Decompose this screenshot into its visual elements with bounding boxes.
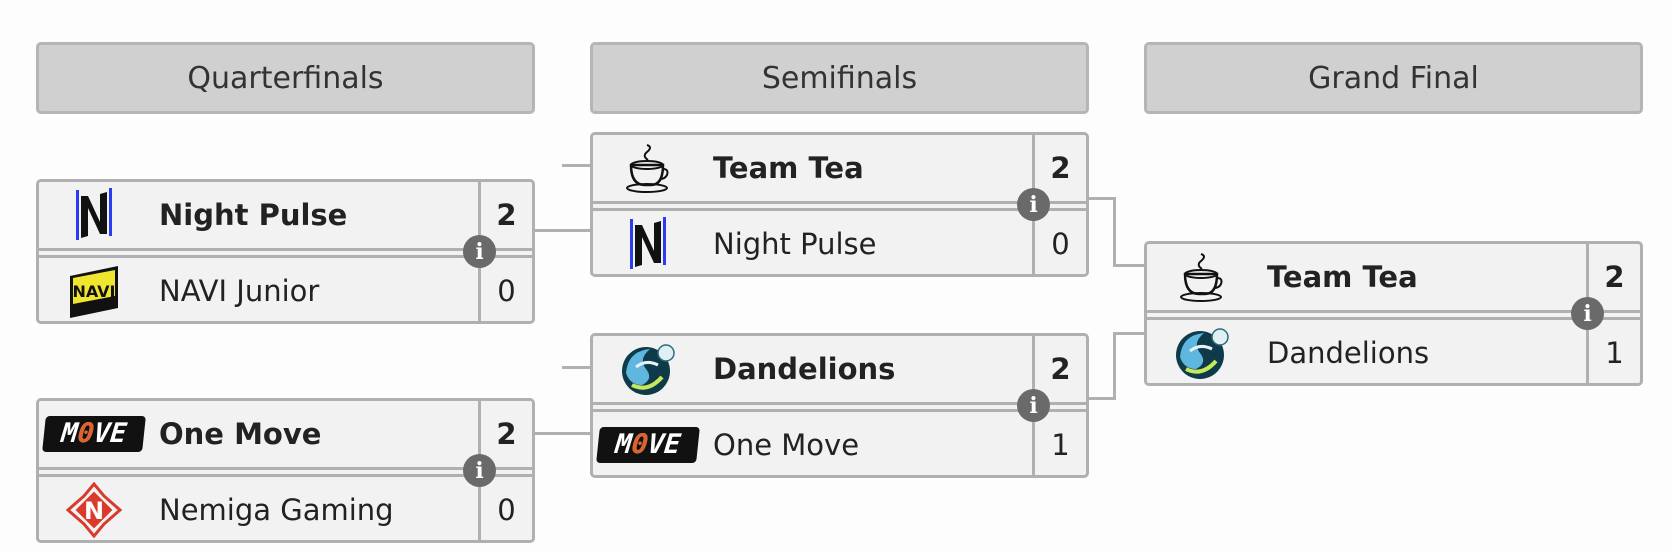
connector [1113,264,1144,267]
team-name: Team Tea [713,151,864,185]
info-icon[interactable]: i [463,454,496,487]
team-tea-logo-icon [1147,252,1257,302]
team-score: 0 [478,258,532,324]
team-row[interactable]: Team Tea 2 [1147,244,1640,313]
info-icon[interactable]: i [1017,389,1050,422]
info-icon[interactable]: i [463,235,496,268]
info-icon[interactable]: i [1571,297,1604,330]
connector [1086,397,1116,400]
team-score: 0 [478,477,532,543]
team-name: Night Pulse [713,227,877,261]
night-pulse-logo-icon [39,188,149,242]
match-qf1[interactable]: Night Pulse 2 NAVI NAVI Junior 0 i [36,179,535,324]
team-name: Dandelions [713,352,896,386]
team-row[interactable]: Dandelions 2 [593,336,1086,405]
team-score: 0 [1032,211,1086,277]
team-name: NAVI Junior [159,274,320,308]
round-header-grand-final: Grand Final [1144,42,1643,114]
team-tea-logo-icon [593,143,703,193]
connector [1113,332,1116,400]
match-sf1[interactable]: Team Tea 2 Night Pulse 0 i [590,132,1089,277]
team-row[interactable]: Night Pulse 2 [39,182,532,251]
connector [1113,197,1116,267]
team-row[interactable]: M0VE 0 One Move 2 [39,401,532,470]
connector [562,164,591,167]
team-name: Nemiga Gaming [159,493,394,527]
team-row[interactable]: N Nemiga Gaming 0 [39,474,532,543]
one-move-logo-icon: M0VE 0 [593,427,703,463]
team-row[interactable]: M0VE 0 One Move 1 [593,409,1086,478]
team-name: Team Tea [1267,260,1418,294]
svg-text:NAVI: NAVI [72,282,115,301]
dandelions-logo-icon [593,341,703,397]
connector [533,229,591,232]
team-row[interactable]: NAVI NAVI Junior 0 [39,255,532,324]
team-row[interactable]: Dandelions 1 [1147,317,1640,386]
svg-text:N: N [84,497,104,525]
match-sf2[interactable]: Dandelions 2 M0VE 0 One Move 1 i [590,333,1089,478]
match-qf2[interactable]: M0VE 0 One Move 2 N Nemiga Gaming 0 i [36,398,535,543]
connector [1086,197,1116,200]
round-header-quarterfinals: Quarterfinals [36,42,535,114]
navi-junior-logo-icon: NAVI [39,264,149,318]
night-pulse-logo-icon [593,217,703,271]
team-score: 1 [1586,320,1640,386]
connector [1113,332,1144,335]
team-name: One Move [713,428,860,462]
team-name: One Move [159,417,322,451]
info-icon[interactable]: i [1017,188,1050,221]
nemiga-logo-icon: N [39,482,149,538]
round-header-semifinals: Semifinals [590,42,1089,114]
connector [533,432,591,435]
team-score: 1 [1032,412,1086,478]
team-name: Dandelions [1267,336,1430,370]
team-row[interactable]: Team Tea 2 [593,135,1086,204]
one-move-logo-icon: M0VE 0 [39,416,149,452]
team-name: Night Pulse [159,198,348,232]
connector [562,366,591,369]
dandelions-logo-icon [1147,325,1257,381]
team-row[interactable]: Night Pulse 0 [593,208,1086,277]
match-gf[interactable]: Team Tea 2 Dandelions 1 i [1144,241,1643,386]
